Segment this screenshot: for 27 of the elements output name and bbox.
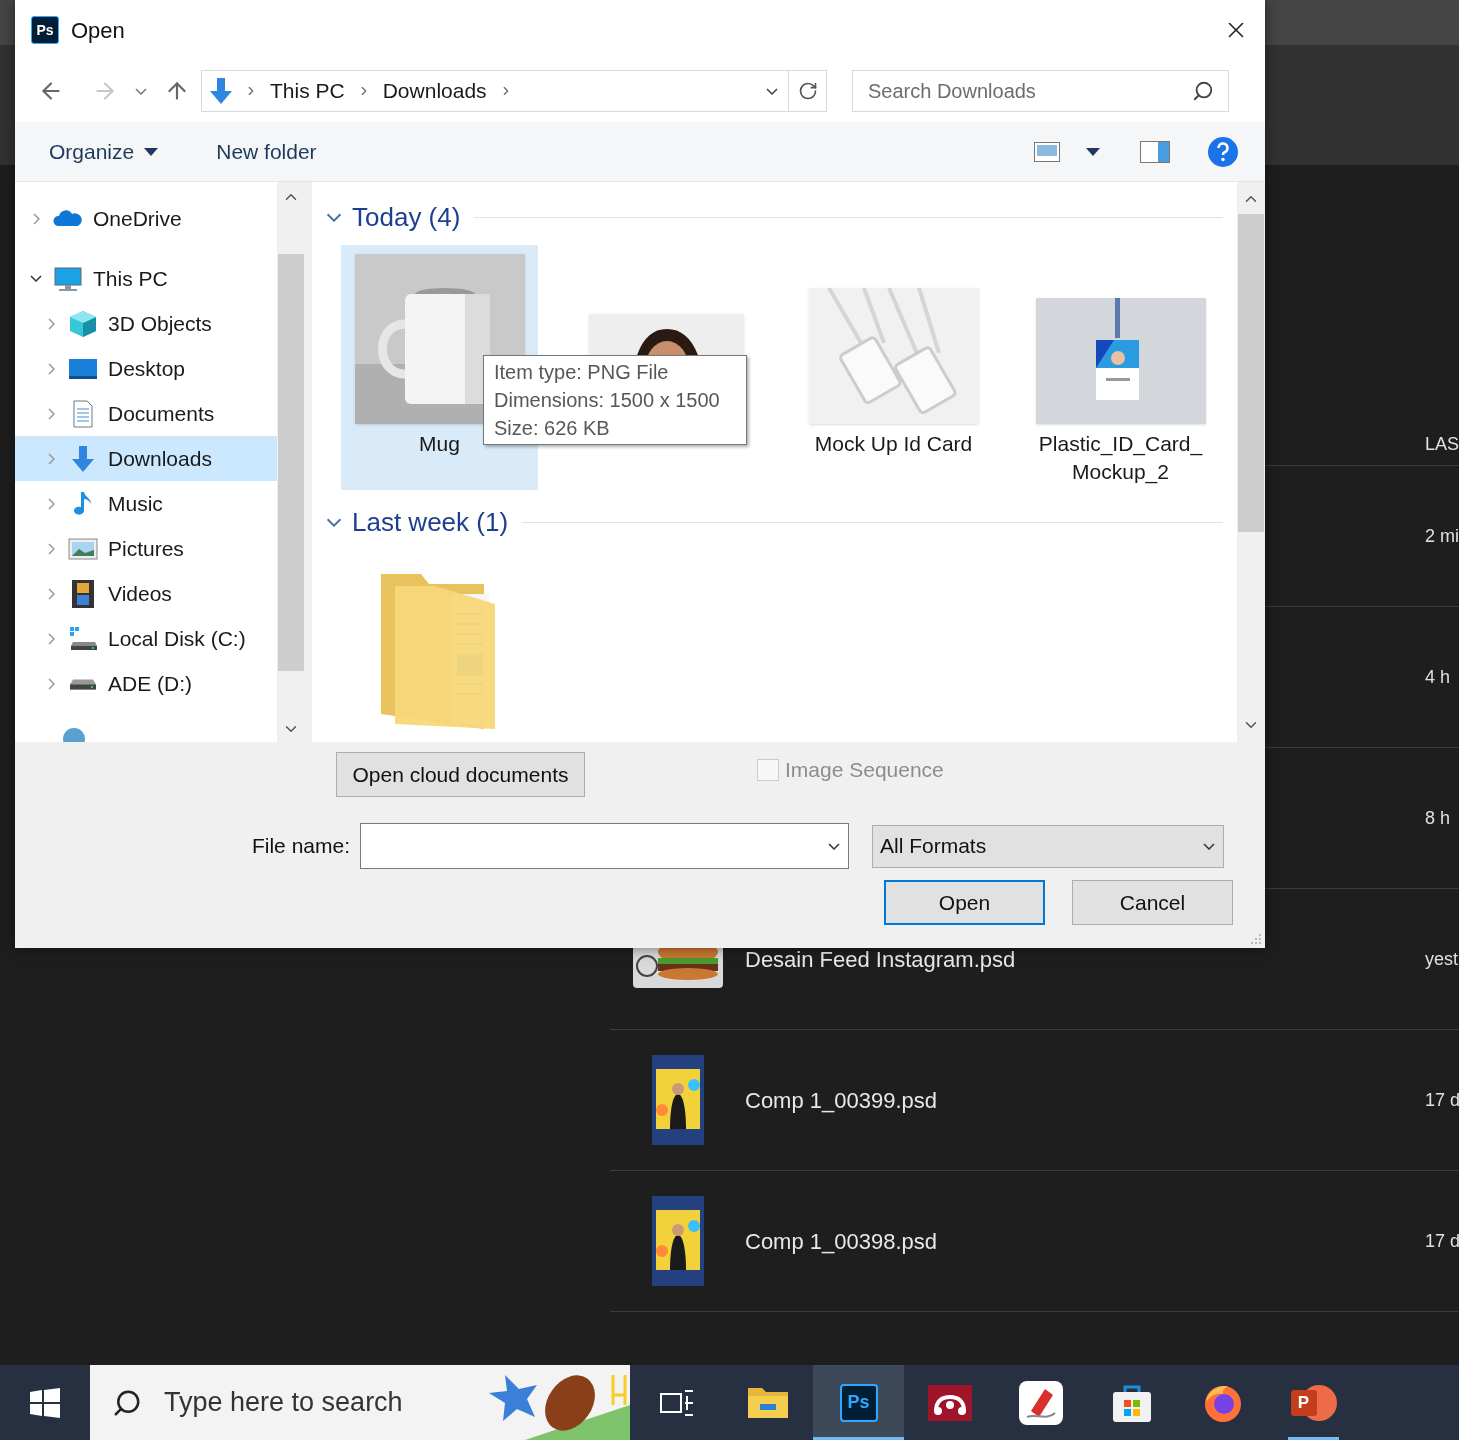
last-opened-time: 17 d [1425,1088,1459,1112]
tree-label: Pictures [108,535,184,562]
last-opened-time: 8 h [1425,806,1452,830]
file-label: Mock Up Id Card [814,431,973,457]
checkbox-label: Image Sequence [785,757,944,783]
tree-label: Videos [108,580,172,607]
tree-label: This PC [93,265,168,292]
file-name-label: File name: [250,833,351,860]
tree-label: Music [108,490,163,517]
last-opened-time: 4 h [1425,665,1452,689]
file-label: Plastic_ID_Card_ Mockup_2 [1038,431,1203,486]
tree-label: Documents [108,400,215,427]
tree-label: Desktop [108,355,186,382]
last-opened-time: 17 d [1425,1229,1459,1253]
app-icon: Ps [31,16,59,44]
file-label: Mug [419,431,460,457]
tree-label: ADE (D:) [108,670,192,697]
last-opened-time: 2 mi [1425,524,1459,548]
tree-label: Local Disk (C:) [108,625,246,652]
last-opened-time: yest [1425,947,1459,971]
column-header: LAS [1425,432,1459,456]
tree-label: 3D Objects [108,310,212,337]
photoshop-icon: Ps [839,1383,878,1422]
window-title: Open [71,16,125,45]
tree-label: OneDrive [93,205,182,232]
tree-label: Downloads [108,445,212,472]
tooltip: Item type: PNG File Dimensions: 1500 x 1500 Size: 626 KB [483,355,747,445]
